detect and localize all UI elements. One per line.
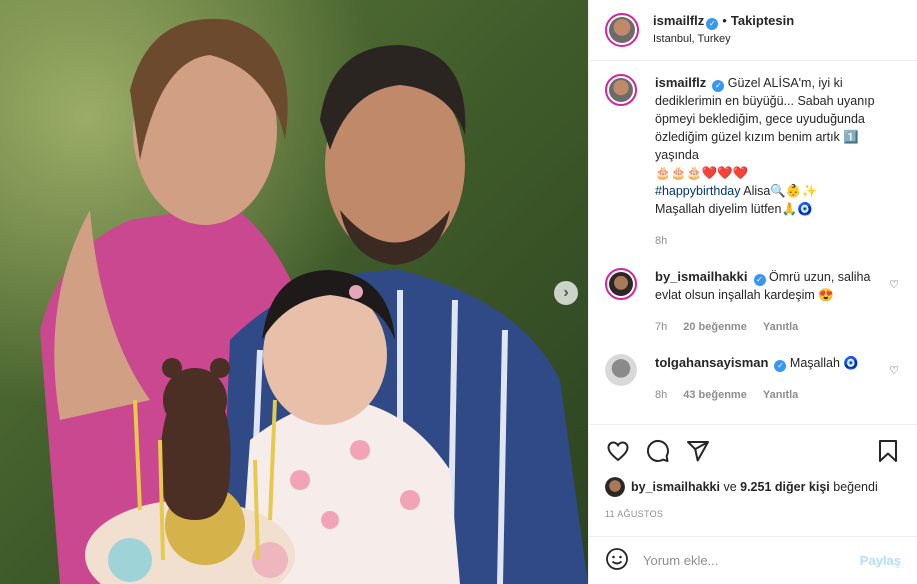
comment-username[interactable]: tolgahansayisman <box>655 355 768 370</box>
caption-username[interactable]: ismailflz <box>655 75 706 90</box>
avatar[interactable] <box>605 268 637 300</box>
comment-item: tolgahansayisman ✓ Maşallah 🧿 8h 43 beğenm… <box>605 354 901 404</box>
caption-meta: 8h <box>655 232 883 250</box>
separator-dot: • <box>722 13 727 28</box>
speech-bubble-icon[interactable] <box>645 438 671 464</box>
post-date[interactable]: 11 AĞUSTOS <box>589 497 917 519</box>
comment-body: by_ismailhakki ✓ Ömrü uzun, saliha evlat … <box>655 268 901 336</box>
comment-like-heart-icon[interactable]: ♡ <box>889 278 899 291</box>
comment-body: tolgahansayisman ✓ Maşallah 🧿 8h 43 beğenm… <box>655 354 901 404</box>
verified-badge-icon: ✓ <box>774 360 787 372</box>
action-icons <box>589 425 917 465</box>
heart-icon[interactable] <box>605 438 631 464</box>
liked-by-others[interactable]: 9.251 diğer kişi <box>740 480 830 494</box>
liked-by: by_ismailhakki ve 9.251 diğer kişi beğen… <box>589 465 917 497</box>
caption-tail: Alisa🔍👶✨ <box>740 184 818 198</box>
post-actions: by_ismailhakki ve 9.251 diğer kişi beğen… <box>589 424 917 584</box>
verified-badge-icon: ✓ <box>753 274 766 286</box>
reply-button[interactable]: Yanıtla <box>763 389 798 401</box>
comment-input[interactable] <box>643 553 860 568</box>
caption-hashtag[interactable]: #happybirthday <box>655 184 740 198</box>
comment-time[interactable]: 8h <box>655 389 667 401</box>
post-location[interactable]: Istanbul, Turkey <box>653 30 794 48</box>
comment-text: Maşallah 🧿 <box>789 356 859 370</box>
verified-badge-icon: ✓ <box>706 18 719 30</box>
post-side-panel: ismailflz ✓ • Takiptesin Istanbul, Turkey i… <box>588 0 917 584</box>
comment-time[interactable]: 7h <box>655 321 667 333</box>
verified-badge-icon: ✓ <box>712 80 725 92</box>
smiley-icon[interactable] <box>605 547 629 574</box>
post-author-username[interactable]: ismailflz <box>653 13 704 28</box>
avatar[interactable] <box>605 74 637 106</box>
post-comment-button[interactable]: Paylaş <box>860 553 901 568</box>
comment-likes[interactable]: 43 beğenme <box>683 389 747 401</box>
liked-by-connector: ve <box>723 480 737 494</box>
follow-status[interactable]: Takiptesin <box>731 13 794 28</box>
post-header: ismailflz ✓ • Takiptesin Istanbul, Turkey <box>589 0 917 61</box>
comment-item: by_ismailhakki ✓ Ömrü uzun, saliha evlat … <box>605 268 901 336</box>
liked-by-text: by_ismailhakki ve 9.251 diğer kişi beğen… <box>631 480 878 494</box>
post-modal: › ismailflz ✓ • Takiptesin Istanbul, Turkey… <box>0 0 917 584</box>
comment-likes[interactable]: 20 beğenme <box>683 321 747 333</box>
bookmark-icon[interactable] <box>875 438 901 464</box>
caption-body: ismailflz ✓ Güzel ALİSA'm, iyi ki dedikle… <box>655 74 901 250</box>
comments-list[interactable]: ismailflz ✓ Güzel ALİSA'm, iyi ki dedikle… <box>589 62 917 424</box>
avatar[interactable] <box>605 354 637 386</box>
post-photo[interactable]: › <box>0 0 588 584</box>
post-header-text: ismailflz ✓ • Takiptesin Istanbul, Turkey <box>653 12 794 48</box>
family-birthday-photo <box>0 0 588 584</box>
paper-plane-icon[interactable] <box>685 438 711 464</box>
caption: ismailflz ✓ Güzel ALİSA'm, iyi ki dedikle… <box>605 74 901 250</box>
caption-line3: Maşallah diyelim lütfen🙏🧿 <box>655 202 813 216</box>
comment-meta: 8h 43 beğenme Yanıtla <box>655 386 883 404</box>
reply-button[interactable]: Yanıtla <box>763 321 798 333</box>
add-comment-bar: Paylaş <box>589 536 917 584</box>
comment-meta: 7h 20 beğenme Yanıtla <box>655 318 883 336</box>
comment-username[interactable]: by_ismailhakki <box>655 269 748 284</box>
caption-time[interactable]: 8h <box>655 235 667 247</box>
liked-by-username[interactable]: by_ismailhakki <box>631 480 720 494</box>
liked-by-suffix: beğendi <box>833 480 878 494</box>
next-photo-button[interactable]: › <box>554 281 578 305</box>
avatar[interactable] <box>605 13 639 47</box>
comment-like-heart-icon[interactable]: ♡ <box>889 364 899 377</box>
avatar[interactable] <box>605 477 625 497</box>
caption-emojis: 🎂🎂🎂❤️❤️❤️ <box>655 166 749 180</box>
